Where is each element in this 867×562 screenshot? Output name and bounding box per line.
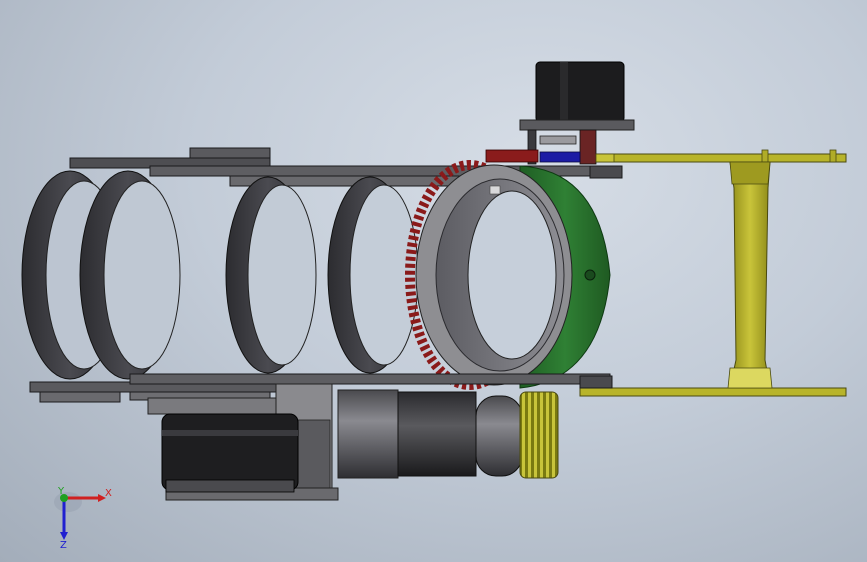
ring-4[interactable] xyxy=(327,176,419,374)
ring-3[interactable] xyxy=(225,176,317,374)
motor[interactable] xyxy=(337,389,523,479)
y-axis-label: Y xyxy=(57,486,65,497)
bearing-ring[interactable] xyxy=(415,164,573,386)
cad-graphics-viewport[interactable]: X Y Z xyxy=(0,0,867,562)
yellow-frame[interactable] xyxy=(579,149,847,397)
ring-2[interactable] xyxy=(79,170,181,380)
pinion-gear[interactable] xyxy=(519,391,559,479)
top-motor-assembly[interactable] xyxy=(485,61,635,165)
coordinate-triad: X Y Z xyxy=(54,486,112,550)
roller[interactable] xyxy=(161,413,299,493)
z-axis-label: Z xyxy=(60,540,67,550)
cad-model[interactable] xyxy=(0,0,867,562)
x-axis-label: X xyxy=(105,488,112,499)
